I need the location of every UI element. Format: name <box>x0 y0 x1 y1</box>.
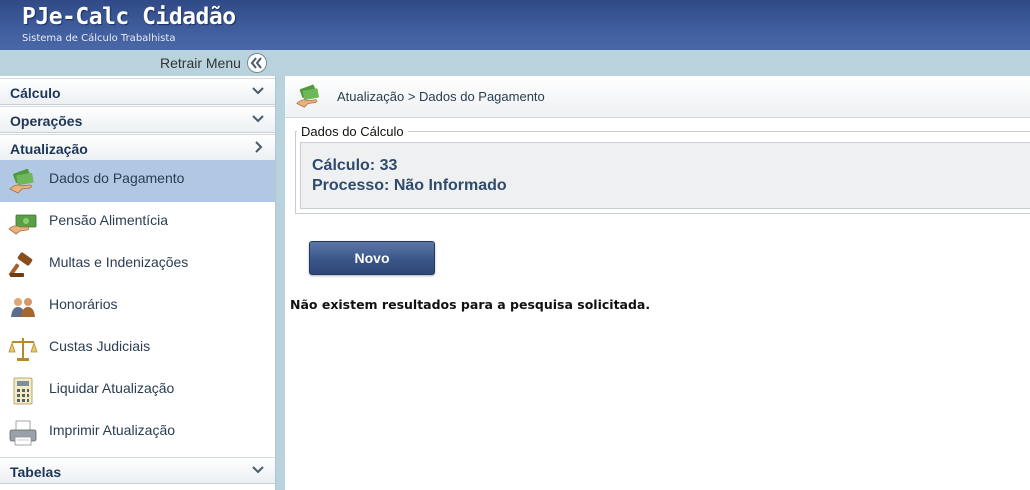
breadcrumb-bar: Atualização > Dados do Pagamento <box>285 76 1030 118</box>
calculator-icon <box>13 377 33 405</box>
dados-calculo-box: Cálculo: 33 Processo: Não Informado <box>300 142 1030 209</box>
section-label: Atualização <box>10 141 88 157</box>
money-card-icon <box>8 214 37 235</box>
main-content: Atualização > Dados do Pagamento Dados d… <box>285 76 1030 490</box>
chevron-down-icon <box>252 115 264 123</box>
money-hand-icon <box>296 84 319 108</box>
people-icon <box>11 298 35 317</box>
gavel-icon <box>8 252 33 277</box>
sidebar-item-label: Liquidar Atualização <box>49 380 175 396</box>
app-title: PJe-Calc Cidadão <box>22 4 236 30</box>
sidebar-item-multas-indenizacoes[interactable]: Multas e Indenizações <box>0 244 275 286</box>
sidebar-item-label: Multas e Indenizações <box>49 254 189 270</box>
content-left-border <box>276 76 285 490</box>
breadcrumb: Atualização > Dados do Pagamento <box>337 89 545 104</box>
sidebar-item-custas-judiciais[interactable]: Custas Judiciais <box>0 328 275 370</box>
menu-toggle-bar: Retrair Menu <box>0 50 1030 76</box>
sidebar-item-label: Imprimir Atualização <box>49 422 176 438</box>
sidebar: Cálculo Operações Atualização Dados do P… <box>0 76 276 490</box>
sidebar-item-label: Dados do Pagamento <box>49 170 185 186</box>
app-subtitle: Sistema de Cálculo Trabalhista <box>22 33 176 44</box>
sidebar-item-pensao-alimenticia[interactable]: Pensão Alimentícia <box>0 202 275 244</box>
section-label: Tabelas <box>10 464 62 480</box>
chevron-down-icon <box>252 466 264 474</box>
sidebar-item-dados-pagamento[interactable]: Dados do Pagamento <box>0 160 275 202</box>
retrair-menu-label[interactable]: Retrair Menu <box>160 55 241 71</box>
no-results-message: Não existem resultados para a pesquisa s… <box>290 297 651 312</box>
chevron-right-icon <box>255 141 263 153</box>
sidebar-item-honorarios[interactable]: Honorários <box>0 286 275 328</box>
sidebar-section-atualizacao[interactable]: Atualização <box>0 134 275 161</box>
processo-info: Processo: Não Informado <box>312 177 507 194</box>
section-label: Cálculo <box>10 85 61 101</box>
sidebar-section-operacoes[interactable]: Operações <box>0 106 275 133</box>
double-chevron-left-icon[interactable] <box>247 53 267 73</box>
chevron-down-icon <box>252 87 264 95</box>
sidebar-item-imprimir-atualizacao[interactable]: Imprimir Atualização <box>0 412 275 454</box>
sidebar-item-label: Custas Judiciais <box>49 338 151 354</box>
money-hand-icon <box>9 168 34 194</box>
sidebar-item-label: Pensão Alimentícia <box>49 212 169 228</box>
sidebar-item-label: Honorários <box>49 296 118 312</box>
section-label: Operações <box>10 113 83 129</box>
sidebar-section-calculo[interactable]: Cálculo <box>0 78 275 105</box>
app-header: PJe-Calc Cidadão Sistema de Cálculo Trab… <box>0 0 1030 50</box>
sidebar-item-liquidar-atualizacao[interactable]: Liquidar Atualização <box>0 370 275 412</box>
scales-icon <box>8 338 38 361</box>
calculo-number: Cálculo: 33 <box>312 157 398 174</box>
sidebar-section-tabelas[interactable]: Tabelas <box>0 457 275 484</box>
printer-icon <box>9 420 37 446</box>
dados-calculo-legend: Dados do Cálculo <box>297 124 408 139</box>
novo-button[interactable]: Novo <box>309 241 435 275</box>
